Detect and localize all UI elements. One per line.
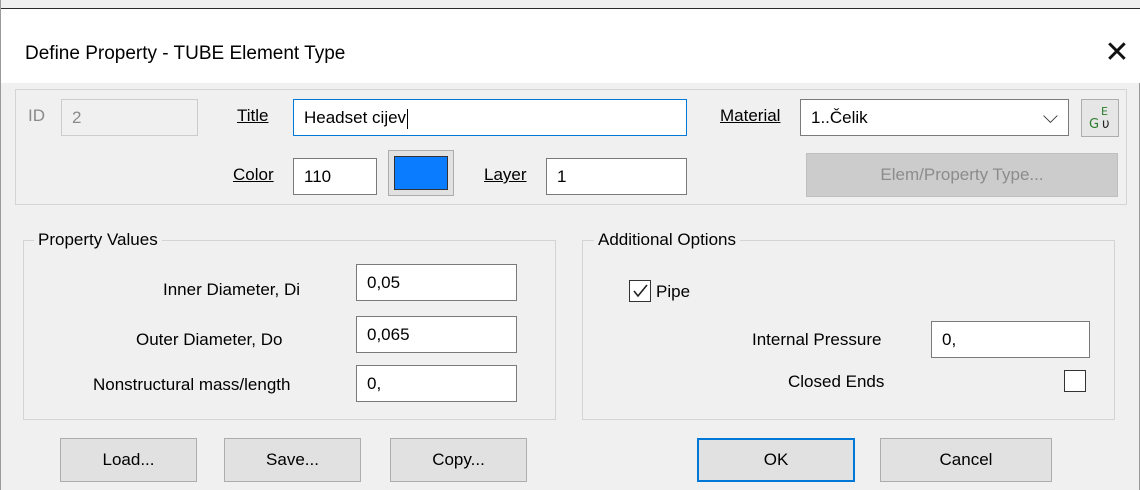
text-caret <box>407 108 409 129</box>
outer-diameter-label: Outer Diameter, Do <box>136 330 283 349</box>
layer-input[interactable]: 1 <box>546 158 687 195</box>
ok-button[interactable]: OK <box>697 438 855 482</box>
title-bar[interactable]: Define Property - TUBE Element Type ✕ <box>1 9 1140 83</box>
svg-text:υ: υ <box>1102 117 1110 132</box>
pipe-checkbox[interactable] <box>629 280 651 302</box>
title-input[interactable]: Headset cijev <box>293 99 687 136</box>
color-input[interactable]: 110 <box>293 158 377 195</box>
color-swatch <box>394 156 448 190</box>
svg-text:G: G <box>1089 117 1099 132</box>
copy-button[interactable]: Copy... <box>390 438 527 482</box>
closed-ends-checkbox[interactable] <box>1064 370 1086 392</box>
inner-diameter-input[interactable]: 0,05 <box>356 264 517 301</box>
define-property-dialog: Define Property - TUBE Element Type ✕ ID… <box>0 0 1140 490</box>
load-button[interactable]: Load... <box>60 438 197 482</box>
title-value: Headset cijev <box>304 108 407 127</box>
window-title: Define Property - TUBE Element Type <box>25 43 346 64</box>
material-select[interactable]: 1..Čelik ⌵ <box>800 99 1069 136</box>
color-picker-button[interactable] <box>388 150 454 196</box>
title-label: Title <box>237 106 269 125</box>
material-editor-icon: E G υ <box>1089 105 1110 132</box>
outer-diameter-input[interactable]: 0,065 <box>356 316 517 353</box>
nonstructural-mass-input[interactable]: 0, <box>356 365 517 402</box>
property-values-legend: Property Values <box>34 230 162 250</box>
background-strip <box>1 0 1140 9</box>
internal-pressure-label: Internal Pressure <box>752 330 882 349</box>
id-label: ID <box>28 106 45 125</box>
internal-pressure-input[interactable]: 0, <box>931 321 1090 358</box>
save-button[interactable]: Save... <box>224 438 361 482</box>
additional-options-legend: Additional Options <box>594 230 740 250</box>
elem-property-type-button: Elem/Property Type... <box>806 153 1118 197</box>
material-label: Material <box>720 106 781 125</box>
nonstructural-mass-label: Nonstructural mass/length <box>93 375 291 394</box>
chevron-down-icon: ⌵ <box>1042 106 1058 128</box>
material-value: 1..Čelik <box>811 108 868 127</box>
material-editor-button[interactable]: E G υ <box>1081 99 1119 137</box>
cancel-button[interactable]: Cancel <box>880 438 1052 482</box>
closed-ends-label: Closed Ends <box>788 372 885 391</box>
id-field: 2 <box>61 99 198 136</box>
checkmark-icon <box>633 284 648 298</box>
close-icon[interactable]: ✕ <box>1101 35 1133 71</box>
color-label: Color <box>233 165 274 184</box>
inner-diameter-label: Inner Diameter, Di <box>163 280 300 299</box>
layer-label: Layer <box>484 165 527 184</box>
pipe-label: Pipe <box>656 282 691 301</box>
